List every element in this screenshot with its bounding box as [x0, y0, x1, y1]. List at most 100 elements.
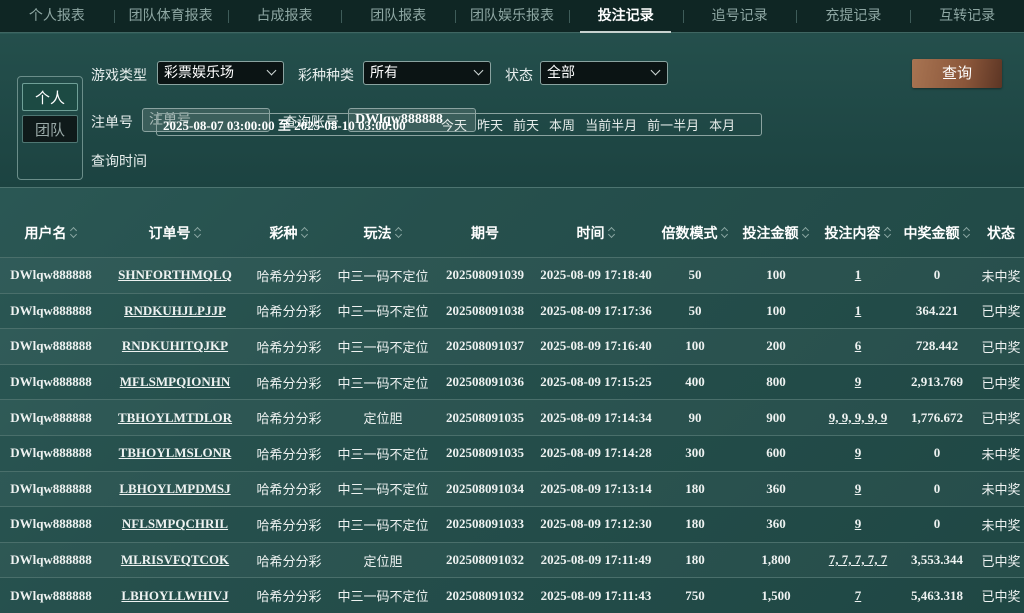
- order-no-label: 注单号: [91, 115, 133, 131]
- lottery-cell: 哈希分分彩: [256, 483, 322, 499]
- lottery-cell: 哈希分分彩: [256, 554, 322, 570]
- quick-time-button[interactable]: 前天: [513, 115, 539, 134]
- username-cell: DWlqw888888: [10, 409, 92, 425]
- order-no-cell[interactable]: SHNFORTHMQLQ: [102, 267, 248, 283]
- lottery-cell: 哈希分分彩: [256, 376, 322, 392]
- bet-content-cell[interactable]: 7: [820, 588, 896, 604]
- game-type-value: 彩票娱乐场: [164, 65, 234, 81]
- chevron-down-icon: [650, 65, 661, 76]
- play-cell: 定位胆: [363, 554, 403, 570]
- status-cell: 未中奖: [981, 483, 1021, 499]
- column-header[interactable]: 彩种: [248, 223, 330, 243]
- bet-content-cell[interactable]: 9: [820, 516, 896, 532]
- tab-4[interactable]: 团队娱乐报表: [455, 0, 569, 33]
- username-cell: DWlqw888888: [10, 267, 92, 283]
- bet-content-cell[interactable]: 1: [820, 303, 896, 319]
- quick-time-button[interactable]: 昨天: [477, 115, 503, 134]
- order-no-cell[interactable]: MFLSMPQIONHN: [102, 374, 248, 390]
- tab-7[interactable]: 充提记录: [796, 0, 910, 33]
- time-cell: 2025-08-09 17:11:43: [540, 587, 652, 603]
- bet-content-cell[interactable]: 9: [820, 481, 896, 497]
- scope-personal-button[interactable]: 个人: [22, 83, 78, 111]
- column-header[interactable]: 用户名: [0, 223, 102, 243]
- multiplier-cell: 100: [685, 338, 705, 354]
- query-button[interactable]: 查询: [912, 59, 1002, 88]
- bet-amount-cell: 200: [766, 338, 786, 354]
- order-no-cell[interactable]: MLRISVFQTCOK: [102, 552, 248, 568]
- sort-icon[interactable]: [194, 227, 202, 239]
- time-cell: 2025-08-09 17:14:34: [540, 409, 652, 425]
- lottery-select[interactable]: 所有: [363, 61, 491, 85]
- bet-content-cell[interactable]: 6: [820, 338, 896, 354]
- order-no-cell[interactable]: TBHOYLMTDLOR: [102, 410, 248, 426]
- play-cell: 中三一码不定位: [337, 447, 429, 463]
- tab-5[interactable]: 投注记录: [568, 0, 683, 33]
- table-header: 用户名 订单号 彩种 玩法 期号 时间 倍数模式 投注金额 投注内容 中奖金额 状态: [0, 213, 1024, 253]
- column-header[interactable]: 中奖金额: [896, 223, 978, 243]
- issue-cell: 202508091036: [446, 374, 524, 390]
- multiplier-cell: 180: [685, 552, 705, 568]
- bet-content-cell[interactable]: 9, 9, 9, 9, 9: [820, 410, 896, 426]
- quick-time-button[interactable]: 当前半月: [585, 115, 637, 134]
- quick-time-button[interactable]: 前一半月: [647, 115, 699, 134]
- sort-icon[interactable]: [70, 227, 78, 239]
- quick-time-button[interactable]: 本周: [549, 115, 575, 134]
- tab-6[interactable]: 追号记录: [682, 0, 797, 33]
- column-header[interactable]: 投注金额: [732, 223, 820, 243]
- game-type-select[interactable]: 彩票娱乐场: [157, 61, 284, 85]
- scope-toggle: 个人 团队: [17, 76, 83, 180]
- status-cell: 已中奖: [981, 376, 1021, 392]
- sort-icon[interactable]: [395, 227, 403, 239]
- column-header[interactable]: 期号: [436, 223, 534, 243]
- scope-team-button[interactable]: 团队: [22, 115, 78, 143]
- column-header-label: 状态: [987, 226, 1015, 242]
- issue-cell: 202508091032: [446, 552, 524, 568]
- multiplier-cell: 180: [685, 480, 705, 496]
- order-no-cell[interactable]: LBHOYLMPDMSJ: [102, 481, 248, 497]
- bet-content-cell[interactable]: 1: [820, 267, 896, 283]
- column-header[interactable]: 时间: [534, 223, 658, 243]
- multiplier-cell: 50: [688, 267, 702, 283]
- chevron-down-icon: [473, 65, 484, 76]
- column-header[interactable]: 倍数模式: [658, 223, 732, 243]
- multiplier-cell: 750: [685, 587, 705, 603]
- multiplier-cell: 50: [688, 302, 702, 318]
- tab-1[interactable]: 团队体育报表: [113, 0, 228, 33]
- column-header[interactable]: 投注内容: [820, 223, 896, 243]
- username-cell: DWlqw888888: [10, 338, 92, 354]
- order-no-cell[interactable]: TBHOYLMSLONR: [102, 445, 248, 461]
- prize-amount-cell: 2,913.769: [911, 374, 963, 390]
- bet-content-cell[interactable]: 9: [820, 374, 896, 390]
- time-cell: 2025-08-09 17:15:25: [540, 374, 652, 390]
- sort-icon[interactable]: [301, 227, 309, 239]
- issue-cell: 202508091032: [446, 587, 524, 603]
- quick-time-button[interactable]: 今天: [441, 115, 467, 134]
- table-row: DWlqw888888 LBHOYLMPDMSJ 哈希分分彩 中三一码不定位 20250…: [0, 470, 1024, 507]
- order-no-cell[interactable]: RNDKUHJLPJJP: [102, 303, 248, 319]
- tab-8[interactable]: 互转记录: [910, 0, 1024, 33]
- column-header-label: 倍数模式: [661, 226, 718, 242]
- username-cell: DWlqw888888: [10, 302, 92, 318]
- column-header[interactable]: 状态: [978, 223, 1024, 243]
- tab-3[interactable]: 团队报表: [341, 0, 455, 33]
- query-time-label: 查询时间: [91, 154, 147, 170]
- sort-icon[interactable]: [802, 227, 810, 239]
- time-range-input[interactable]: 2025-08-07 03:00:00 至 2025-08-10 03:00:0…: [157, 115, 431, 134]
- bet-content-cell[interactable]: 9: [820, 445, 896, 461]
- order-no-cell[interactable]: LBHOYLLWHIVJ: [102, 588, 248, 604]
- sort-icon[interactable]: [608, 227, 616, 239]
- sort-icon[interactable]: [963, 227, 971, 239]
- sort-icon[interactable]: [721, 227, 729, 239]
- prize-amount-cell: 1,776.672: [911, 409, 963, 425]
- column-header[interactable]: 玩法: [330, 223, 436, 243]
- tab-0[interactable]: 个人报表: [0, 0, 114, 33]
- quick-time-button[interactable]: 本月: [709, 115, 735, 134]
- sort-icon[interactable]: [884, 227, 892, 239]
- column-header[interactable]: 订单号: [102, 223, 248, 243]
- status-select[interactable]: 全部: [540, 61, 668, 85]
- order-no-cell[interactable]: RNDKUHITQJKP: [102, 338, 248, 354]
- bet-content-cell[interactable]: 7, 7, 7, 7, 7: [820, 552, 896, 568]
- order-no-cell[interactable]: NFLSMPQCHRIL: [102, 516, 248, 532]
- time-cell: 2025-08-09 17:13:14: [540, 480, 652, 496]
- tab-2[interactable]: 占成报表: [227, 0, 342, 33]
